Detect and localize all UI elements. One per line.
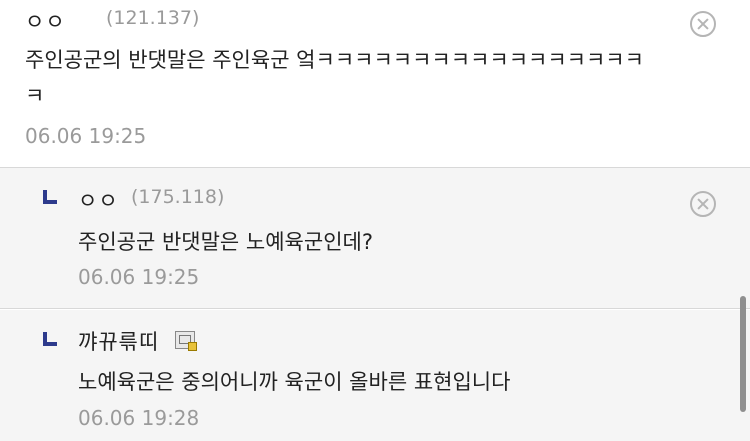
- comment-nickname[interactable]: ㅇㅇ: [25, 6, 66, 36]
- fixed-member-icon: [175, 331, 197, 351]
- comment-body-line: ㅋ: [25, 84, 45, 108]
- delete-icon[interactable]: [690, 11, 716, 37]
- comment-body: 주인공군 반댓말은 노예육군인데?: [78, 230, 373, 254]
- delete-icon[interactable]: [690, 191, 716, 217]
- reply-arrow-icon: [43, 332, 57, 346]
- comment-nickname[interactable]: 꺄뀨륶띠: [78, 326, 159, 356]
- comment-item: ㅇㅇ (121.137) 주인공군의 반댓말은 주인육군 엌ㅋㅋㅋㅋㅋㅋㅋㅋㅋㅋ…: [0, 0, 750, 168]
- comment-timestamp: 06.06 19:28: [78, 406, 200, 430]
- comment-ip: (175.118): [131, 186, 225, 208]
- comment-body: 노예육군은 중의어니까 육군이 올바른 표현입니다: [78, 370, 511, 394]
- scrollbar[interactable]: [740, 296, 746, 412]
- reply-arrow-icon: [43, 190, 57, 204]
- reply-comment-item: ㅇㅇ (175.118) 주인공군 반댓말은 노예육군인데? 06.06 19:…: [0, 168, 750, 309]
- comment-ip: (121.137): [106, 7, 200, 29]
- comment-timestamp: 06.06 19:25: [25, 124, 147, 148]
- comment-body-line: 주인공군의 반댓말은 주인육군 엌ㅋㅋㅋㅋㅋㅋㅋㅋㅋㅋㅋㅋㅋㅋㅋㅋㅋ: [25, 48, 644, 72]
- comment-nickname[interactable]: ㅇㅇ: [78, 185, 119, 215]
- comment-body: 주인공군의 반댓말은 주인육군 엌ㅋㅋㅋㅋㅋㅋㅋㅋㅋㅋㅋㅋㅋㅋㅋㅋㅋ ㅋ: [25, 42, 644, 114]
- comment-timestamp: 06.06 19:25: [78, 265, 200, 289]
- reply-comment-item: 꺄뀨륶띠 노예육군은 중의어니까 육군이 올바른 표현입니다 06.06 19:…: [0, 310, 750, 441]
